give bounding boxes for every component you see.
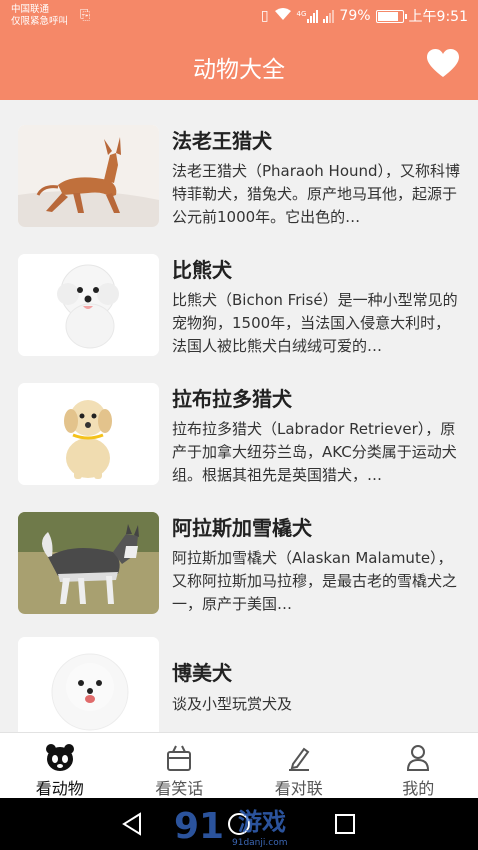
signal-icon-2: [323, 9, 335, 23]
animal-name: 拉布拉多猎犬: [172, 387, 292, 411]
carrier-status: 仅限紧急呼叫: [11, 16, 69, 27]
usb-icon: ⎘: [80, 8, 91, 23]
panda-icon: [45, 744, 74, 771]
animal-thumbnail: [18, 383, 159, 485]
bottom-tab-bar: 看动物 看笑话 看对联 我的: [0, 732, 478, 798]
animal-name: 法老王猎犬: [172, 129, 272, 153]
back-icon[interactable]: [120, 811, 146, 837]
animal-name: 博美犬: [172, 661, 232, 685]
pen-icon: [288, 747, 310, 771]
animal-name: 比熊犬: [172, 258, 232, 282]
animal-thumbnail: [18, 125, 159, 227]
tab-animals[interactable]: 看动物: [0, 733, 120, 798]
tab-label: 我的: [402, 779, 435, 798]
animal-description: 谈及小型玩赏犬及: [172, 695, 293, 713]
tab-couplets[interactable]: 看对联: [239, 733, 359, 798]
recents-icon[interactable]: [332, 811, 358, 837]
wifi-icon: [274, 7, 292, 25]
list-item[interactable]: 法老王猎犬 法老王猎犬（Pharaoh Hound），又称科博特菲勒犬，猎兔犬。…: [0, 115, 478, 243]
status-time: 上午9:51: [408, 9, 468, 25]
animal-thumbnail: [18, 637, 159, 732]
tab-mine[interactable]: 我的: [359, 733, 478, 798]
heart-icon: [427, 49, 459, 77]
carrier-info: 中国联通 仅限紧急呼叫: [11, 4, 68, 28]
signal-icon: 4G: [296, 9, 319, 23]
animal-description: 拉布拉多猎犬（Labrador Retriever），原产于加拿大纽芬兰岛，AK…: [172, 420, 457, 484]
animal-list[interactable]: 法老王猎犬 法老王猎犬（Pharaoh Hound），又称科博特菲勒犬，猎兔犬。…: [0, 100, 478, 732]
favorite-button[interactable]: [426, 48, 460, 78]
list-item[interactable]: 拉布拉多猎犬 拉布拉多猎犬（Labrador Retriever），原产于加拿大…: [0, 373, 478, 501]
watermark-number: 91: [174, 806, 224, 847]
animal-description: 阿拉斯加雪橇犬（Alaskan Malamute），又称阿拉斯加马拉穆，是最古老…: [172, 549, 458, 613]
watermark-logo: 91 游戏 91danji.com: [172, 798, 312, 850]
person-icon: [407, 745, 430, 771]
battery-percent: 79%: [339, 8, 371, 24]
tab-label: 看笑话: [155, 779, 204, 798]
list-item[interactable]: 博美犬 谈及小型玩赏犬及: [0, 631, 478, 732]
animal-description: 比熊犬（Bichon Frisé）是一种小型常见的宠物狗，1500年，当法国入侵…: [172, 291, 458, 355]
status-bar: 中国联通 仅限紧急呼叫 ⎘ ▯ 4G 79% 上午9:51: [0, 0, 478, 34]
animal-thumbnail: [18, 254, 159, 356]
status-icons: ▯ 4G 79% 上午9:51: [261, 6, 468, 26]
animal-name: 阿拉斯加雪橇犬: [172, 516, 312, 540]
list-item[interactable]: 阿拉斯加雪橇犬 阿拉斯加雪橇犬（Alaskan Malamute），又称阿拉斯加…: [0, 502, 478, 630]
tab-label: 看对联: [274, 779, 323, 798]
battery-icon: [375, 9, 407, 23]
carrier-name: 中国联通: [11, 4, 50, 15]
tab-jokes[interactable]: 看笑话: [120, 733, 240, 798]
basket-icon: [167, 745, 192, 771]
animal-thumbnail: [18, 512, 159, 614]
vibrate-icon: ▯: [260, 8, 269, 24]
network-type: 4G: [296, 9, 307, 18]
app-header: 中国联通 仅限紧急呼叫 ⎘ ▯ 4G 79% 上午9:51 动物大全: [0, 0, 478, 100]
tab-label: 看动物: [35, 779, 84, 798]
animal-description: 法老王猎犬（Pharaoh Hound），又称科博特菲勒犬，猎兔犬。原产地马耳他…: [172, 162, 461, 226]
watermark-site: 91danji.com: [232, 838, 287, 848]
watermark-brand: 游戏: [238, 808, 286, 836]
page-title: 动物大全: [193, 57, 285, 83]
list-item[interactable]: 比熊犬 比熊犬（Bichon Frisé）是一种小型常见的宠物狗，1500年，当…: [0, 244, 478, 372]
